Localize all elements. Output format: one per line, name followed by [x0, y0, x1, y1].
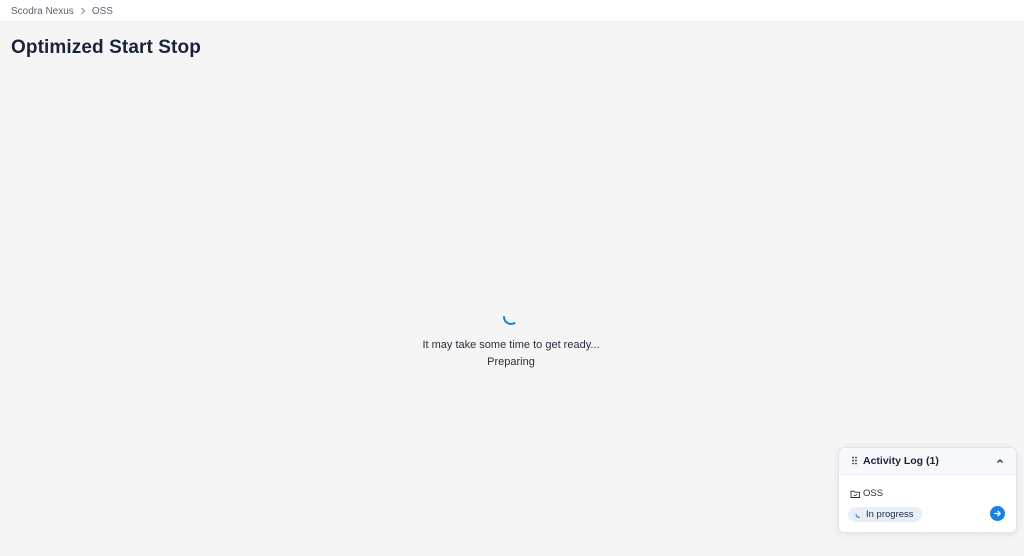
- activity-item: OSS: [850, 488, 883, 499]
- chevron-up-icon[interactable]: [994, 455, 1006, 467]
- status-text: In progress: [866, 509, 914, 520]
- loading-spinner-icon: [503, 316, 516, 325]
- status-badge: In progress: [848, 507, 922, 522]
- breadcrumb: Scodra Nexus OSS: [11, 4, 113, 18]
- loading-panel: It may take some time to get ready... Pr…: [0, 306, 1022, 368]
- loading-spinner-icon: [854, 510, 863, 519]
- page-title: Optimized Start Stop: [11, 37, 201, 58]
- folder-icon: [850, 489, 861, 499]
- breadcrumb-item-scodra-nexus[interactable]: Scodra Nexus: [11, 6, 74, 17]
- breadcrumb-item-oss[interactable]: OSS: [92, 6, 113, 17]
- activity-log-header[interactable]: Activity Log (1): [839, 448, 1016, 475]
- chevron-right-icon: [78, 6, 88, 16]
- loading-message: It may take some time to get ready...: [422, 339, 600, 351]
- activity-log-panel: Activity Log (1) OSS In progress: [838, 447, 1017, 533]
- drag-handle-icon[interactable]: [851, 456, 859, 466]
- arrow-right-icon: [994, 510, 1001, 517]
- open-activity-button[interactable]: [990, 506, 1005, 521]
- loading-status: Preparing: [487, 356, 535, 368]
- activity-log-title: Activity Log (1): [863, 455, 939, 467]
- top-bar: Scodra Nexus OSS: [0, 0, 1024, 22]
- activity-item-name: OSS: [863, 488, 884, 499]
